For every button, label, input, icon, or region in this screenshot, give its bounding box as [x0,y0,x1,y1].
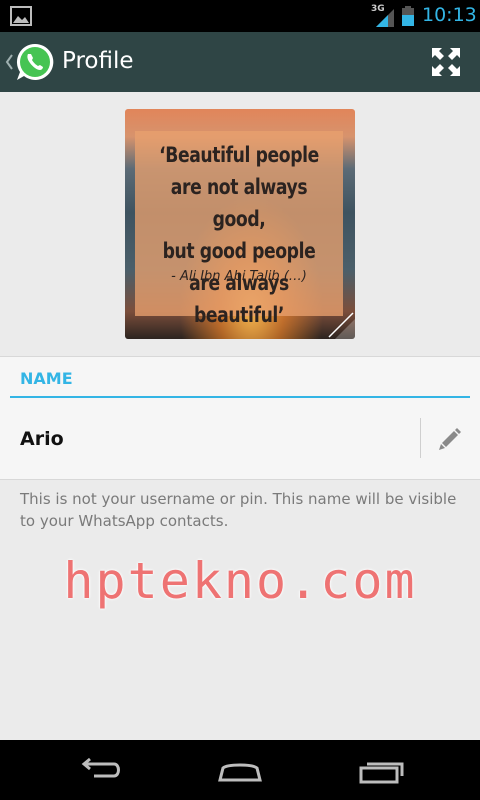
battery-icon [402,6,414,26]
whatsapp-logo-icon[interactable] [15,42,55,82]
pencil-icon [439,428,461,450]
clock: 10:13 [422,4,477,26]
up-arrow-icon[interactable] [4,52,14,72]
name-row[interactable]: Ario [0,399,480,479]
fullscreen-icon[interactable] [430,46,462,78]
profile-photo[interactable]: ‘Beautiful people are not always good, b… [125,109,355,339]
quote-line: are not always good, [170,175,308,231]
photo-corner-icon [328,312,355,339]
edit-name-button[interactable] [421,399,480,477]
watermark: hptekno.com [63,552,417,610]
quote-line: ‘Beautiful people [159,143,319,167]
name-value[interactable]: Ario [20,428,64,450]
back-icon[interactable] [70,750,130,790]
gallery-notification-icon [10,6,32,26]
navigation-bar [0,740,480,800]
action-bar: Profile [0,32,480,92]
signal-icon [376,9,394,27]
name-hint-text: This is not your username or pin. This n… [20,490,457,530]
recent-apps-icon[interactable] [352,750,412,790]
home-icon[interactable] [210,750,270,790]
name-header: NAME [20,369,73,388]
quote-text: ‘Beautiful people are not always good, b… [154,139,325,331]
quote-author: - Ali Ibn Abi Talib (…) [171,269,307,284]
name-header-divider [10,396,470,398]
status-bar: 3G 10:13 [0,0,480,32]
photo-section: ‘Beautiful people are not always good, b… [0,92,480,356]
name-section: NAME Ario [0,356,480,480]
quote-line: but good people [162,239,316,263]
page-title: Profile [62,48,134,74]
